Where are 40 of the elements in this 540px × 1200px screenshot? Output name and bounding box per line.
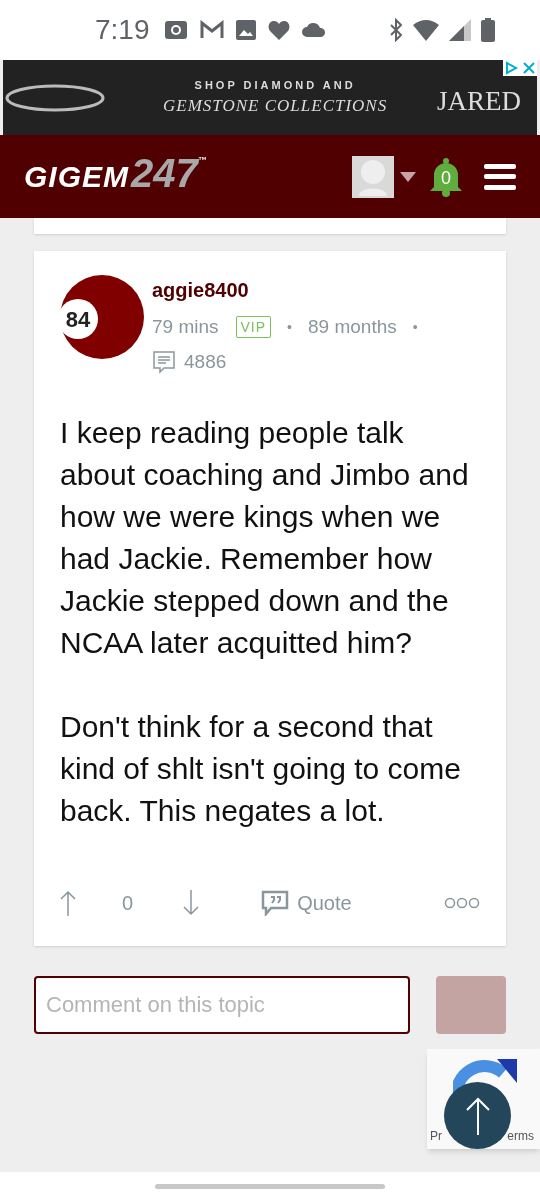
downvote-icon[interactable] (183, 890, 200, 916)
terms-link-text[interactable]: erms (507, 1127, 534, 1145)
post-paragraph: Don't think for a second that kind of shlt isn't going to come back. This negates a lot. (60, 709, 462, 829)
status-time: 7:19 (95, 13, 150, 47)
bluetooth-icon (389, 18, 403, 42)
arrow-up-icon (464, 1096, 491, 1135)
separator: • (412, 317, 418, 337)
comment-field[interactable]: Comment on this topic (34, 976, 410, 1034)
avatar-badge: 84 (60, 275, 144, 359)
more-icon[interactable] (444, 897, 480, 909)
ad-banner[interactable]: SHOP DIAMOND AND GEMSTONE COLLECTIONS JARED (3, 60, 537, 135)
upvote-icon[interactable] (60, 890, 76, 916)
signal-icon (449, 19, 471, 41)
vip-badge: VIP (235, 316, 272, 339)
mail-icon (199, 20, 224, 40)
ad-headline: SHOP DIAMOND AND (194, 77, 356, 93)
ad-subline: GEMSTONE COLLECTIONS (163, 95, 388, 117)
battery-icon (481, 18, 495, 42)
quote-icon (261, 890, 290, 916)
privacy-link-text[interactable]: Pr (430, 1127, 442, 1145)
avatar[interactable] (352, 155, 394, 198)
member-tenure: 89 months (308, 315, 397, 339)
camera-icon (163, 19, 188, 41)
vote-count: 0 (122, 891, 134, 916)
image-icon (235, 20, 256, 40)
heart-icon (267, 20, 290, 40)
separator: • (287, 317, 292, 337)
comment-icon (152, 349, 176, 374)
close-icon[interactable] (521, 60, 537, 76)
cloud-icon (301, 23, 326, 37)
menu-icon[interactable] (484, 163, 516, 190)
caret-icon[interactable] (400, 171, 416, 182)
username[interactable]: aggie8400 (152, 275, 418, 305)
home-indicator[interactable] (155, 1183, 385, 1189)
post-count: 4886 (184, 349, 227, 374)
wifi-icon (413, 19, 439, 41)
post-time: 79 mins (152, 315, 219, 339)
post-paragraph: I keep reading people talk about coaching and Jimbo and how we were kings when we had Jackie. Remember how Jackie stepped down and the NCAA later acquitted him? (60, 415, 470, 661)
site-logo[interactable]: GIGEM247™ (24, 154, 207, 199)
ad-brand: JARED (437, 85, 521, 119)
